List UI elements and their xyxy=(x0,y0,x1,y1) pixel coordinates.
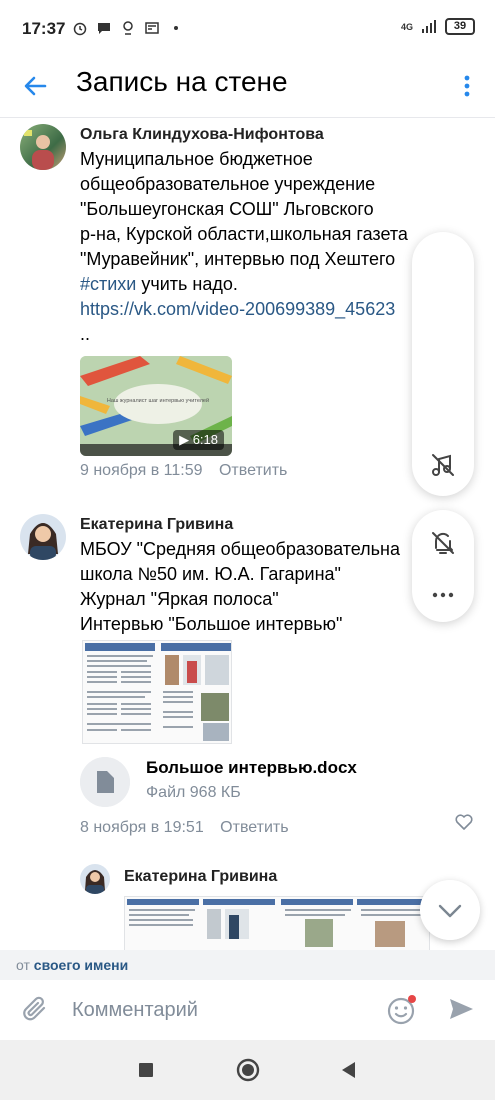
more-horizontal-icon xyxy=(432,592,454,598)
circle-icon xyxy=(236,1058,260,1082)
smile-icon xyxy=(387,997,415,1025)
heart-icon xyxy=(455,814,473,830)
status-bar: 17:37 4G 39 xyxy=(0,0,495,58)
reply-button[interactable]: Ответить xyxy=(220,819,288,836)
status-time: 17:37 xyxy=(22,19,66,38)
app-header: Запись на стене xyxy=(0,58,495,118)
avatar[interactable] xyxy=(80,864,110,894)
square-icon xyxy=(139,1063,153,1077)
document-preview[interactable] xyxy=(124,896,430,950)
notifications-off-button[interactable] xyxy=(428,528,458,558)
post-as-selector[interactable]: своего имени xyxy=(34,957,128,973)
video-link[interactable]: https://vk.com/video-200699389_45623 xyxy=(80,297,408,322)
comment-date: 8 ноября в 19:51 xyxy=(80,819,204,836)
document-name[interactable]: Большое интервью.docx xyxy=(146,758,357,778)
page-title: Запись на стене xyxy=(76,66,288,97)
alarm-icon xyxy=(73,22,87,36)
comment-meta: 9 ноября в 11:59 Ответить xyxy=(80,462,287,480)
video-title: Наш журналист шаг интервью учителей xyxy=(107,397,209,404)
hashtag-link[interactable]: #стихи xyxy=(80,274,136,294)
scroll-down-button[interactable] xyxy=(420,880,480,940)
play-icon: ▶ xyxy=(179,432,190,447)
triangle-back-icon xyxy=(342,1062,355,1078)
news-icon xyxy=(145,22,159,34)
paperclip-icon xyxy=(23,996,46,1021)
comment-author[interactable]: Екатерина Гривина xyxy=(124,868,277,886)
music-off-icon xyxy=(432,454,454,476)
dot-icon xyxy=(174,26,178,30)
attach-button[interactable] xyxy=(20,994,50,1024)
comment-text: Муниципальное бюджетное общеобразователь… xyxy=(80,149,408,344)
arrow-left-icon xyxy=(24,76,47,96)
document-icon[interactable] xyxy=(80,757,130,807)
comment-input[interactable] xyxy=(72,992,372,1028)
back-button[interactable] xyxy=(18,68,54,104)
floating-music-panel xyxy=(412,232,474,496)
back-nav-button[interactable] xyxy=(337,1058,361,1082)
more-menu-button[interactable] xyxy=(457,68,477,104)
location-icon xyxy=(123,21,133,35)
document-preview[interactable] xyxy=(82,640,232,744)
recents-button[interactable] xyxy=(134,1058,158,1082)
video-thumbnail[interactable]: Наш журналист шаг интервью учителей ▶ 6:… xyxy=(80,356,232,456)
comment-text: МБОУ "Средняя общеобразовательна школа №… xyxy=(80,539,401,634)
notification-dot-icon xyxy=(408,995,416,1003)
comment-author[interactable]: Ольга Клиндухова-Нифонтова xyxy=(80,126,324,144)
send-icon xyxy=(450,999,473,1019)
comment-author[interactable]: Екатерина Гривина xyxy=(80,516,233,534)
music-off-button[interactable] xyxy=(428,450,458,480)
network-label: 4G xyxy=(400,21,413,32)
more-options-button[interactable] xyxy=(428,580,458,610)
post-as-bar: от своего имени xyxy=(0,950,495,980)
document-size: Файл 968 КБ xyxy=(146,784,241,801)
reply-button[interactable]: Ответить xyxy=(219,462,287,479)
status-right: 4G 39 xyxy=(401,18,475,35)
avatar[interactable] xyxy=(20,124,66,170)
emoji-button[interactable] xyxy=(386,994,418,1026)
chat-icon xyxy=(98,23,110,34)
post-as-prefix: от xyxy=(16,957,30,973)
home-button[interactable] xyxy=(236,1058,260,1082)
signal-icon xyxy=(422,19,436,33)
video-duration: ▶ 6:18 xyxy=(173,430,224,450)
like-button[interactable] xyxy=(454,812,474,832)
bell-off-icon xyxy=(432,532,454,554)
battery-icon: 39 xyxy=(445,18,475,35)
status-icons xyxy=(72,20,184,36)
send-button[interactable] xyxy=(446,994,476,1024)
comment-date: 9 ноября в 11:59 xyxy=(80,462,203,479)
comment-composer xyxy=(0,980,495,1040)
avatar[interactable] xyxy=(20,514,66,560)
floating-notify-panel xyxy=(412,510,474,622)
comment-meta: 8 ноября в 19:51 Ответить xyxy=(80,819,289,837)
android-nav-bar xyxy=(0,1040,495,1100)
more-vertical-icon xyxy=(464,75,470,97)
